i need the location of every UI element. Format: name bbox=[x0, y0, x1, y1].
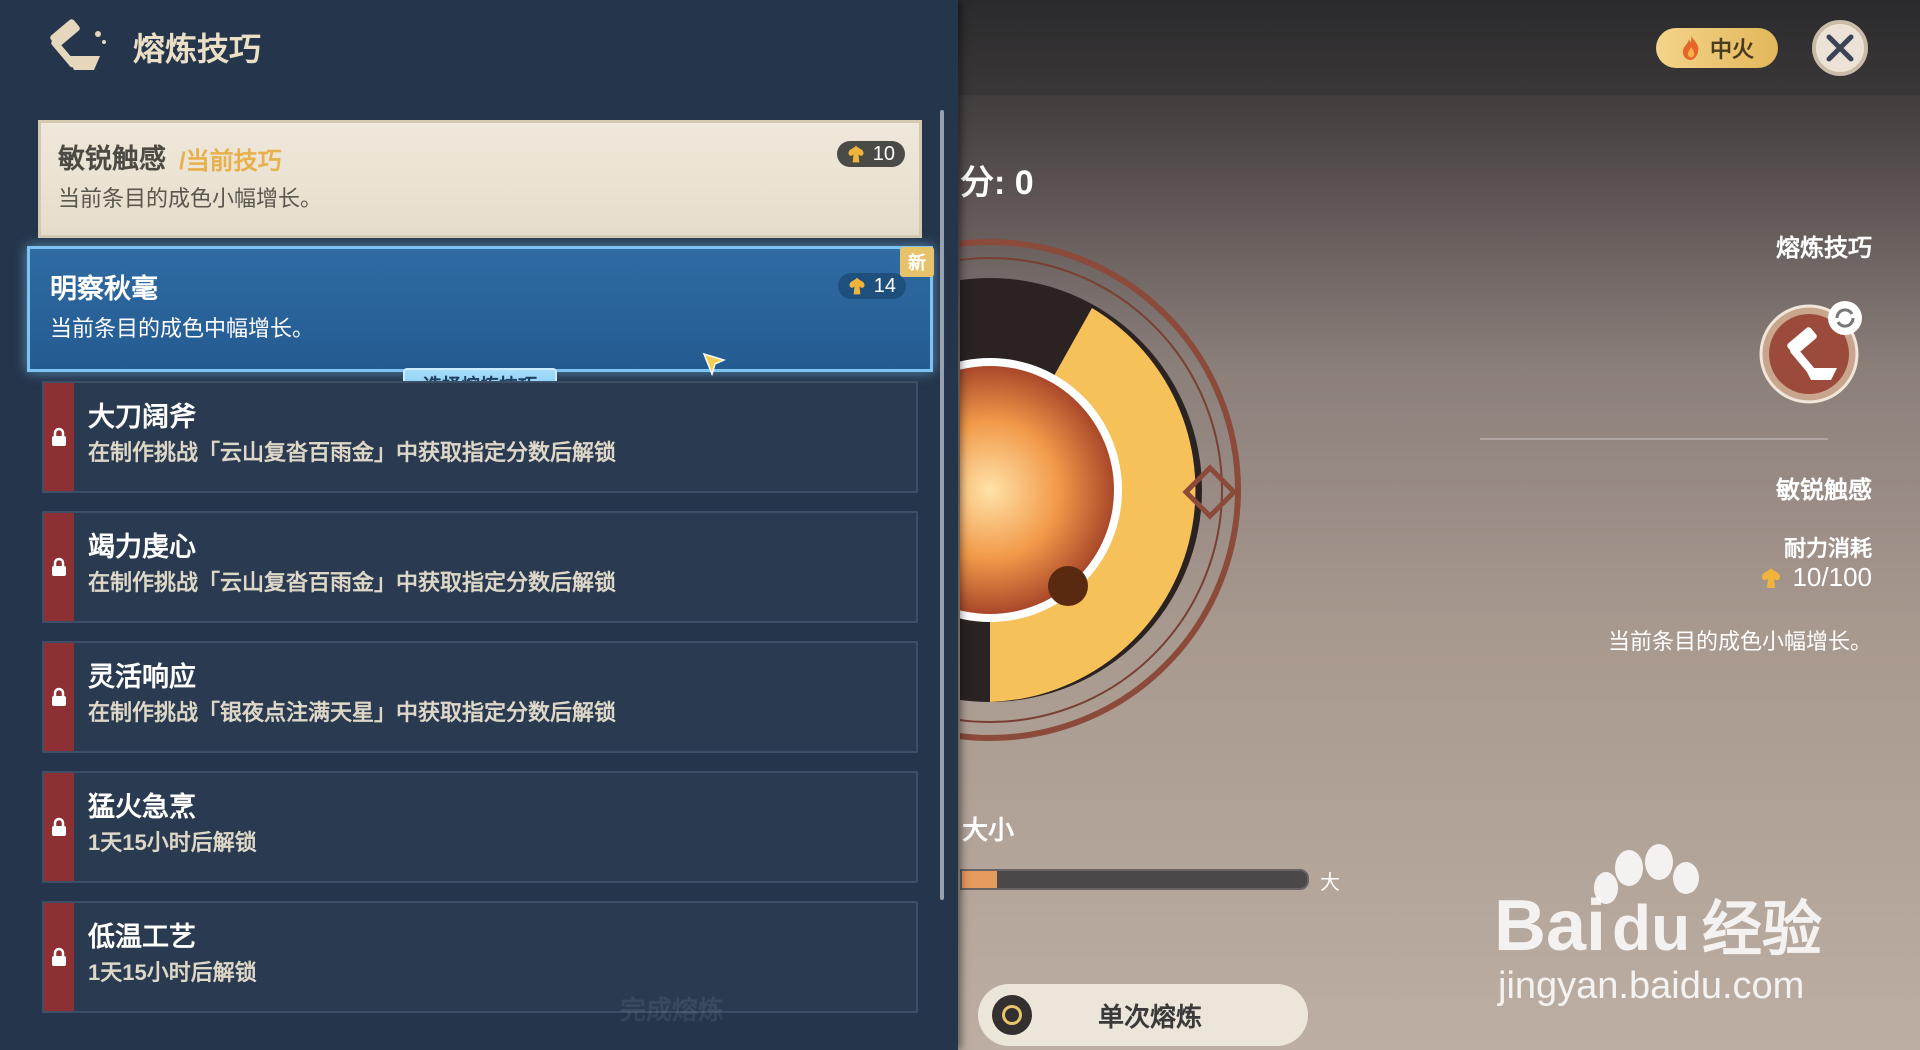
current-technique-tag: /当前技巧 bbox=[179, 148, 282, 175]
watermark-cn: 经验 bbox=[1702, 895, 1822, 965]
right-panel-divider bbox=[1480, 438, 1828, 440]
baidu-watermark: Bai du 经验 jingyan.baidu.com bbox=[1494, 844, 1822, 1007]
technique-title: 大刀阔斧 bbox=[88, 402, 196, 432]
size-bar bbox=[960, 869, 1309, 890]
lock-icon bbox=[52, 817, 66, 836]
technique-title: 竭力虔心 bbox=[88, 532, 196, 562]
single-smelt-button[interactable]: 单次熔炼 bbox=[978, 984, 1308, 1046]
new-badge: 新 bbox=[900, 247, 934, 277]
size-fill bbox=[962, 871, 997, 888]
technique-card-selected[interactable]: 明察秋毫 当前条目的成色中幅增长。 14 新 bbox=[27, 246, 934, 372]
lock-bar bbox=[44, 773, 74, 881]
technique-card-locked[interactable]: 灵活响应 在制作挑战「银夜点注满天星」中获取指定分数后解锁 bbox=[42, 641, 918, 753]
stamina-icon bbox=[849, 277, 865, 295]
technique-panel-title: 熔炼技巧 bbox=[1776, 235, 1872, 262]
lock-icon bbox=[52, 427, 66, 446]
technique-title: 低温工艺 bbox=[88, 922, 196, 952]
stamina-icon bbox=[848, 145, 864, 163]
lock-icon bbox=[52, 947, 66, 966]
close-icon bbox=[1826, 34, 1854, 62]
complete-smelt-ghost: 完成熔炼 bbox=[620, 995, 725, 1025]
scrollbar[interactable] bbox=[940, 110, 944, 900]
single-smelt-label: 单次熔炼 bbox=[1097, 1001, 1202, 1032]
flame-icon bbox=[1682, 36, 1699, 60]
watermark-url: jingyan.baidu.com bbox=[1497, 965, 1804, 1007]
forge-dial[interactable] bbox=[960, 230, 1250, 750]
stamina-cost: 10/100 bbox=[1758, 562, 1872, 593]
technique-card-locked[interactable]: 竭力虔心 在制作挑战「云山复沓百雨金」中获取指定分数后解锁 bbox=[42, 511, 918, 623]
smelt-button-icon bbox=[992, 995, 1032, 1035]
technique-card-locked[interactable]: 猛火急烹 1天15小时后解锁 bbox=[42, 771, 918, 883]
watermark-brand: Bai bbox=[1494, 886, 1606, 966]
technique-card-current[interactable]: 敏锐触感 /当前技巧 当前条目的成色小幅增长。 10 bbox=[38, 120, 922, 238]
technique-card-locked[interactable]: 低温工艺 1天15小时后解锁 bbox=[42, 901, 918, 1013]
technique-desc: 在制作挑战「银夜点注满天星」中获取指定分数后解锁 bbox=[88, 700, 617, 725]
stamina-cost-value: 10/100 bbox=[1792, 562, 1872, 592]
lock-bar bbox=[44, 383, 74, 491]
watermark-brand-du: du bbox=[1612, 892, 1690, 964]
technique-title: 明察秋毫 bbox=[50, 274, 158, 304]
forge-scene: 分: 0 大小 大 中火 熔炼技巧 敏锐触感 耐力消耗 10/100 当前条目的… bbox=[960, 0, 1920, 1050]
lock-bar bbox=[44, 643, 74, 751]
technique-card-locked[interactable]: 大刀阔斧 在制作挑战「云山复沓百雨金」中获取指定分数后解锁 bbox=[42, 381, 918, 493]
technique-desc: 1天15小时后解锁 bbox=[88, 960, 257, 985]
lock-icon bbox=[52, 687, 66, 706]
technique-cost-value: 14 bbox=[873, 274, 896, 297]
panel-title: 熔炼技巧 bbox=[133, 31, 262, 67]
fire-level-label: 中火 bbox=[1709, 37, 1754, 62]
lock-bar bbox=[44, 903, 74, 1011]
dial-marker bbox=[1048, 566, 1088, 606]
technique-cost: 14 bbox=[837, 273, 906, 299]
score-readout: 分: 0 bbox=[960, 164, 1034, 202]
hammer-bowl-icon bbox=[50, 19, 106, 70]
technique-desc: 1天15小时后解锁 bbox=[88, 830, 257, 855]
technique-desc: 当前条目的成色中幅增长。 bbox=[50, 316, 315, 341]
technique-title: 敏锐触感 bbox=[58, 144, 166, 174]
technique-desc: 当前条目的成色小幅增长。 bbox=[58, 186, 323, 211]
lock-icon bbox=[52, 557, 66, 576]
size-end-label: 大 bbox=[1320, 872, 1340, 894]
stamina-cost-label: 耐力消耗 bbox=[1783, 536, 1872, 561]
current-technique-name: 敏锐触感 bbox=[1776, 477, 1872, 504]
technique-cost-value: 10 bbox=[872, 142, 895, 165]
cursor-icon bbox=[702, 352, 726, 376]
lock-bar bbox=[44, 513, 74, 621]
panel-header: 熔炼技巧 bbox=[0, 0, 958, 96]
technique-desc: 在制作挑战「云山复沓百雨金」中获取指定分数后解锁 bbox=[88, 440, 617, 465]
fire-level-badge[interactable]: 中火 bbox=[1656, 28, 1778, 68]
technique-cost: 10 bbox=[836, 141, 905, 167]
size-label: 大小 bbox=[962, 815, 1015, 845]
stamina-icon bbox=[1762, 567, 1781, 588]
technique-title: 灵活响应 bbox=[88, 662, 196, 692]
technique-title: 猛火急烹 bbox=[88, 792, 196, 822]
technique-swap-button[interactable] bbox=[1757, 298, 1865, 406]
current-technique-desc: 当前条目的成色小幅增长。 bbox=[1607, 629, 1872, 654]
technique-panel: 熔炼技巧 敏锐触感 /当前技巧 当前条目的成色小幅增长。 10 明察秋毫 当前条… bbox=[0, 0, 958, 1050]
technique-desc: 在制作挑战「云山复沓百雨金」中获取指定分数后解锁 bbox=[88, 570, 617, 595]
close-button[interactable] bbox=[1812, 20, 1868, 76]
